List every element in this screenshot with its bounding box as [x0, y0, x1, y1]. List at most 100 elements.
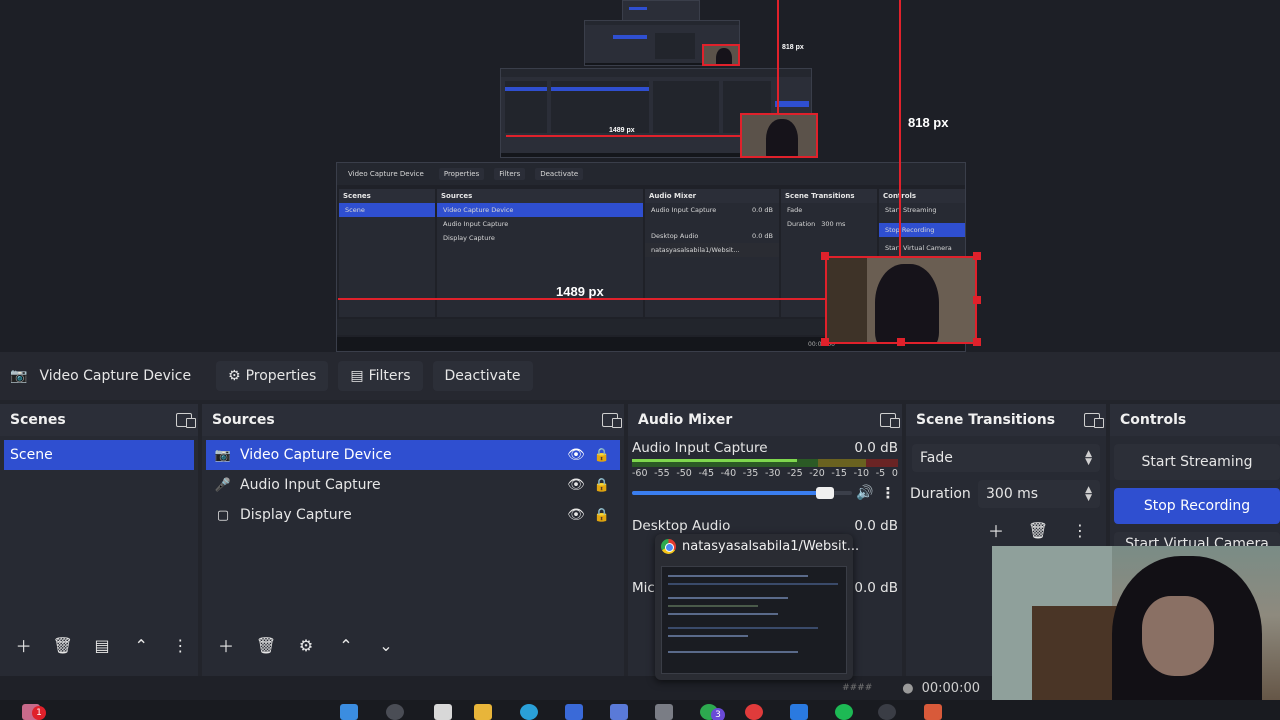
properties-button[interactable]: ⚙ Properties — [216, 361, 329, 391]
notification-badge: 1 — [32, 706, 46, 720]
chevron-up-icon: ⌃ — [339, 635, 353, 655]
obs-icon[interactable] — [878, 704, 896, 720]
spotify-icon[interactable] — [835, 704, 853, 720]
trash-icon: 🗑 — [52, 635, 73, 655]
volume-knob[interactable] — [816, 487, 834, 499]
measure-label-vertical: 818 px — [908, 115, 949, 130]
scene-item-label: Scene — [10, 447, 53, 463]
gear-icon: ⚙ — [298, 635, 314, 655]
transition-select[interactable]: Fade ▲ ▼ — [912, 444, 1100, 472]
edge-icon[interactable] — [520, 704, 538, 720]
nested-filters: Filters — [494, 168, 526, 180]
volume-slider[interactable] — [632, 487, 852, 499]
add-transition-button[interactable]: ＋ — [978, 516, 1014, 544]
stop-recording-button[interactable]: Stop Recording — [1114, 488, 1280, 524]
sources-dock: Sources 📷 Video Capture Device 👁 🔒 🎤 Aud… — [202, 404, 624, 700]
meter-tick-label: -50 — [676, 468, 692, 479]
mixer-channel-audio-input: Audio Input Capture 0.0 dB -60 -55 -50 -45-… — [628, 436, 902, 504]
channel-db: 0.0 dB — [854, 440, 898, 456]
resize-handle[interactable] — [973, 252, 981, 260]
add-source-button[interactable]: ＋ — [208, 631, 244, 659]
scene-more-button[interactable]: ⋮ — [163, 631, 198, 659]
duration-value: 300 ms — [986, 486, 1039, 502]
source-item-audio-input[interactable]: 🎤 Audio Input Capture 👁 🔒 — [206, 470, 620, 500]
meter-tick-label: -30 — [764, 468, 781, 479]
add-scene-button[interactable]: ＋ — [6, 631, 41, 659]
remove-source-button[interactable]: 🗑 — [248, 631, 284, 659]
source-properties-button[interactable]: ⚙ — [288, 631, 324, 659]
undock-icon[interactable] — [176, 413, 196, 428]
camera-icon: 📷 — [214, 447, 232, 463]
meter-tick-label: -60 — [632, 468, 648, 479]
eye-icon[interactable]: 👁 — [562, 447, 590, 463]
deactivate-button[interactable]: Deactivate — [432, 361, 533, 391]
chrome-window-preview[interactable]: natasyasalsabila1/Websit... — [655, 534, 859, 680]
measure-line-vertical — [899, 0, 901, 256]
meter-ticks: -60 -55 -50 -45 -40 -35 -30 -25 -20 -15 -10 -5 0 — [632, 468, 898, 479]
vscode-icon[interactable] — [790, 704, 808, 720]
chrome-icon — [661, 539, 676, 554]
filter-icon: ▤ — [94, 635, 110, 655]
remove-scene-button[interactable]: 🗑 — [45, 631, 80, 659]
source-item-display-capture[interactable]: ▢ Display Capture 👁 🔒 — [206, 500, 620, 530]
resize-handle[interactable] — [973, 338, 981, 346]
start-streaming-button[interactable]: Start Streaming — [1114, 444, 1280, 480]
scene-item[interactable]: Scene — [4, 440, 194, 470]
lock-icon[interactable]: 🔒 — [590, 478, 614, 493]
move-scene-up-button[interactable]: ⌃ — [124, 631, 159, 659]
preview-webcam-source[interactable] — [825, 256, 977, 344]
speaker-icon[interactable]: 🔊 — [852, 485, 878, 501]
app-icon[interactable] — [924, 704, 942, 720]
duration-spinbox[interactable]: 300 ms ▲ ▼ — [978, 480, 1100, 508]
source-label: Audio Input Capture — [240, 477, 381, 493]
kebab-icon[interactable]: ⋮ — [878, 484, 898, 502]
eye-icon[interactable]: 👁 — [562, 507, 590, 523]
source-item-video-capture[interactable]: 📷 Video Capture Device 👁 🔒 — [206, 440, 620, 470]
updown-icon[interactable]: ▲ ▼ — [1085, 486, 1092, 503]
move-source-up-button[interactable]: ⌃ — [328, 631, 364, 659]
resize-handle[interactable] — [897, 338, 905, 346]
transition-more-button[interactable]: ⋮ — [1062, 516, 1098, 544]
eye-icon[interactable]: 👁 — [562, 477, 590, 493]
store-icon[interactable] — [610, 704, 628, 720]
camera-app-icon[interactable] — [655, 704, 673, 720]
source-label: Video Capture Device — [240, 447, 392, 463]
channel-db: 0.0 dB — [854, 580, 898, 596]
sources-header: Sources — [212, 412, 275, 428]
remove-transition-button[interactable]: 🗑 — [1020, 516, 1056, 544]
app-icon[interactable] — [565, 704, 583, 720]
filters-button[interactable]: ▤ Filters — [338, 361, 423, 391]
resize-handle[interactable] — [821, 338, 829, 346]
measure-line-horizontal-small — [506, 135, 742, 137]
resize-handle[interactable] — [821, 252, 829, 260]
scene-filters-button[interactable]: ▤ — [84, 631, 119, 659]
meter-tick-label: 0 — [891, 468, 898, 479]
meter-tick-label: -45 — [698, 468, 714, 479]
status-timer: 00:00:00 — [921, 680, 980, 696]
channel-name: Audio Input Capture — [632, 440, 768, 456]
meter-level — [632, 459, 797, 462]
undock-icon[interactable] — [1084, 413, 1104, 428]
lock-icon[interactable]: 🔒 — [590, 508, 614, 523]
camera-icon: 📷 — [10, 368, 28, 384]
properties-label: Properties — [245, 368, 317, 384]
resize-handle[interactable] — [973, 296, 981, 304]
dropped-frames: #### — [842, 683, 873, 693]
file-explorer-icon[interactable] — [474, 704, 492, 720]
stream-status-icon: ● — [902, 680, 914, 696]
meter-tick-label: -25 — [787, 468, 803, 479]
preview-canvas[interactable]: 1489 px 818 px Video Capture Device Prop… — [0, 0, 1280, 352]
source-context-bar: 📷 Video Capture Device ⚙ Properties ▤ Fi… — [0, 352, 1280, 400]
task-view-icon[interactable] — [434, 704, 452, 720]
undock-icon[interactable] — [602, 413, 622, 428]
nested-properties: Properties — [438, 168, 485, 180]
meter-tick-label: -35 — [742, 468, 759, 479]
webcam-overlay — [992, 546, 1280, 720]
undock-icon[interactable] — [880, 413, 900, 428]
move-source-down-button[interactable]: ⌄ — [368, 631, 404, 659]
chrome-taskbar-icon[interactable] — [745, 704, 763, 720]
search-icon[interactable] — [386, 704, 404, 720]
lock-icon[interactable]: 🔒 — [590, 448, 614, 463]
chevron-up-icon: ⌃ — [134, 635, 148, 655]
windows-start-icon[interactable] — [340, 704, 358, 720]
